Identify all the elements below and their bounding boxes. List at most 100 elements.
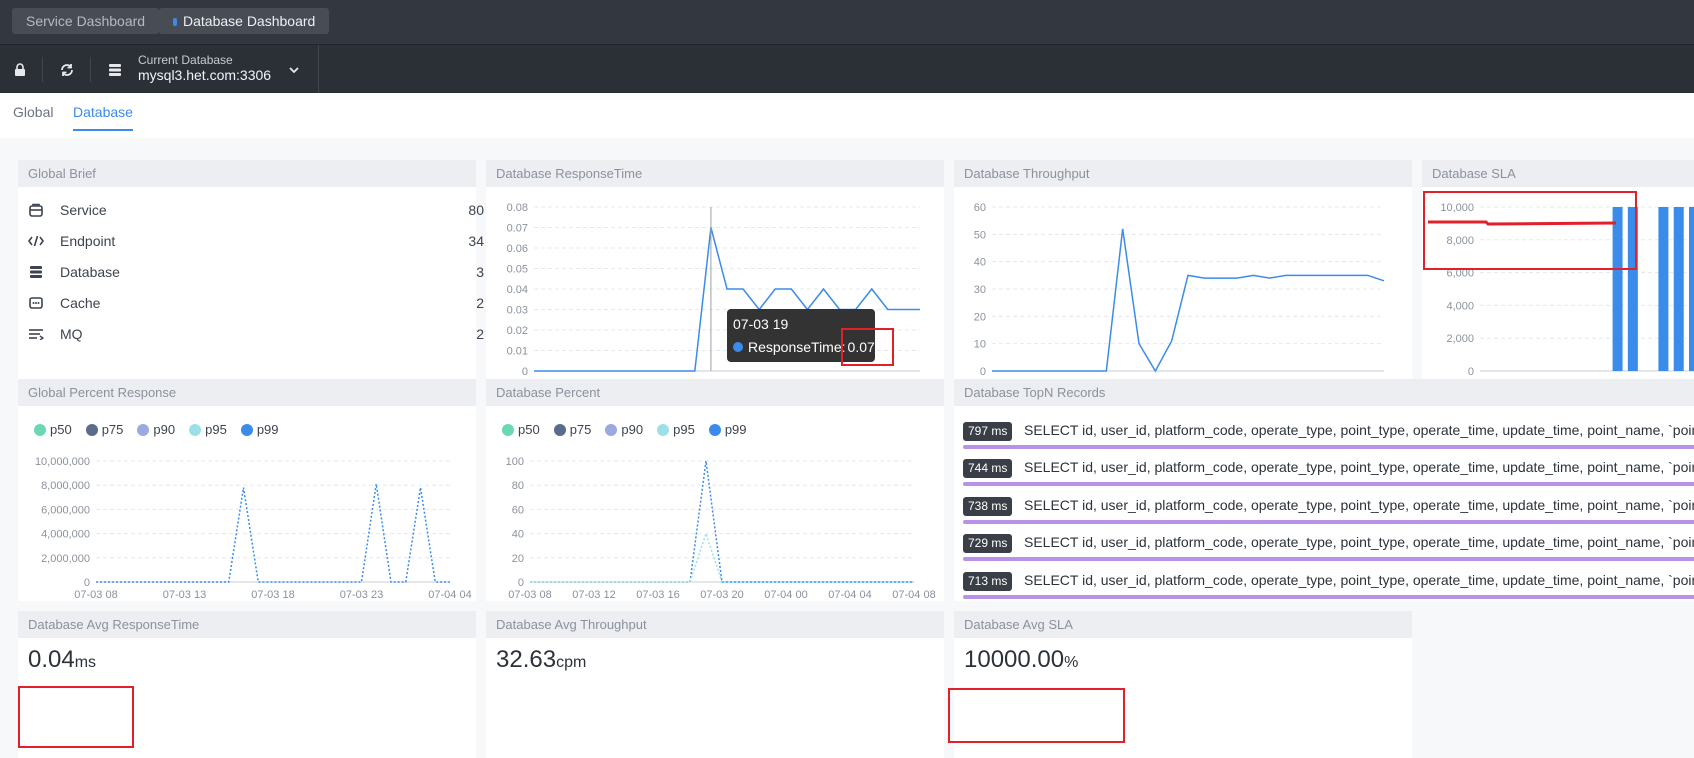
legend-label: p99 [724, 422, 747, 437]
duration-bar [963, 557, 1694, 561]
topn-record[interactable]: 744 ms SELECT id, user_id, platform_code… [963, 454, 1694, 493]
x-tick-label: 07-03 18 [251, 589, 294, 601]
legend-label: p95 [205, 422, 227, 437]
subtab-database[interactable]: Database [73, 104, 133, 131]
bar [1673, 207, 1684, 371]
legend-item[interactable]: p90 [137, 422, 175, 437]
legend-item[interactable]: p50 [34, 422, 72, 437]
unit: ms [74, 654, 97, 671]
sql-text: SELECT id, user_id, platform_code, opera… [1024, 534, 1694, 550]
avg-throughput-value: 32.63cpm [496, 646, 586, 674]
brief-value: 2 [476, 294, 484, 311]
x-tick-label: 07-03 20 [700, 589, 743, 601]
x-tick-label: 07-03 23 [340, 589, 383, 601]
legend-label: p75 [569, 422, 592, 437]
y-tick-label: 4,000,000 [41, 529, 90, 541]
x-tick-label: 07-04 08 [892, 589, 935, 601]
brief-row-service: Service 80 [28, 194, 484, 225]
y-tick-label: 0.04 [507, 284, 528, 296]
brief-row-cache: Cache 2 [28, 287, 484, 318]
unit: % [1064, 654, 1079, 671]
divider [90, 57, 91, 82]
brief-label: Endpoint [60, 232, 116, 249]
series-line [992, 228, 1385, 373]
db-dropdown-button[interactable] [284, 45, 304, 94]
db-throughput-panel: Database Throughput 010203040506007-03 0… [954, 160, 1412, 380]
y-tick-label: 4,000 [1446, 300, 1474, 312]
panel-title: Database SLA [1422, 160, 1694, 187]
lock-button[interactable] [8, 45, 32, 94]
y-tick-label: 50 [974, 229, 986, 241]
toolbar: Current Database mysql3.het.com:3306 [0, 44, 1694, 94]
legend-item[interactable]: p75 [85, 422, 123, 437]
y-tick-label: 2,000 [1446, 333, 1474, 345]
value: 0.04 [28, 646, 75, 673]
panel-title: Database Avg ResponseTime [18, 611, 476, 638]
y-tick-label: 10 [974, 339, 986, 351]
x-tick-label: 07-04 04 [828, 589, 871, 601]
brief-row-database: Database 3 [28, 256, 484, 287]
legend-swatch [553, 423, 566, 436]
legend-item[interactable]: p95 [657, 422, 695, 437]
subtab-global[interactable]: Global [13, 104, 53, 129]
tab-label: Database Dashboard [183, 13, 316, 29]
x-tick-label: 07-03 08 [74, 589, 117, 601]
highlight-box [841, 328, 894, 366]
current-db-value[interactable]: mysql3.het.com:3306 [138, 67, 271, 83]
avg-sla-value: 10000.00% [964, 646, 1078, 674]
refresh-button[interactable] [54, 45, 80, 94]
legend-swatch [708, 423, 721, 436]
topn-record[interactable]: 729 ms SELECT id, user_id, platform_code… [963, 529, 1694, 568]
brief-label: Service [60, 201, 107, 218]
topn-record[interactable]: 797 ms SELECT id, user_id, platform_code… [963, 417, 1694, 456]
series-line [530, 460, 914, 583]
avg-throughput-panel: Database Avg Throughput 32.63cpm [486, 611, 944, 758]
legend-item[interactable]: p99 [240, 422, 279, 437]
legend-label: p90 [153, 422, 176, 437]
sql-text: SELECT id, user_id, platform_code, opera… [1024, 422, 1694, 438]
topn-record[interactable]: 738 ms SELECT id, user_id, platform_code… [963, 492, 1694, 531]
y-tick-label: 0.01 [507, 346, 528, 358]
legend-item[interactable]: p95 [189, 422, 227, 437]
chevron-down-icon [289, 66, 299, 73]
legend-item[interactable]: p99 [708, 422, 747, 437]
brief-value: 2 [476, 325, 484, 342]
divider [42, 57, 43, 82]
y-tick-label: 30 [974, 284, 986, 296]
percent-legend: p50 p75 p90 p95 p99 [502, 422, 747, 437]
y-tick-label: 0.02 [507, 325, 528, 337]
legend-swatch [137, 423, 150, 436]
legend-item[interactable]: p50 [502, 422, 540, 437]
y-tick-label: 0.08 [507, 202, 528, 214]
panel-title: Database ResponseTime [486, 160, 944, 187]
legend-item[interactable]: p75 [553, 422, 592, 437]
y-tick-label: 0.07 [507, 223, 528, 235]
x-tick-label: 07-03 13 [163, 589, 206, 601]
cache-icon [28, 295, 44, 311]
y-tick-label: 10,000,000 [35, 456, 90, 468]
panel-title: Database Percent [486, 379, 944, 406]
percent-legend: p50 p75 p90 p95 p99 [34, 422, 279, 437]
series-dot [733, 342, 743, 352]
legend-label: p99 [256, 422, 279, 437]
x-tick-label: 07-04 00 [764, 589, 807, 601]
database-icon [28, 264, 44, 280]
topn-record[interactable]: 713 ms SELECT id, user_id, platform_code… [963, 567, 1694, 601]
y-tick-label: 6,000,000 [41, 504, 90, 516]
panel-title: Database Avg Throughput [486, 611, 944, 638]
tab-service-dashboard[interactable]: Service Dashboard [12, 8, 160, 34]
code-icon [28, 233, 44, 249]
x-tick-label: 07-03 16 [636, 589, 679, 601]
legend-label: p90 [621, 422, 644, 437]
legend-swatch [85, 423, 98, 436]
legend-swatch [502, 423, 514, 436]
sql-text: SELECT id, user_id, platform_code, opera… [1024, 497, 1694, 513]
duration-bar [963, 595, 1694, 599]
bar [1658, 207, 1669, 371]
legend-item[interactable]: p90 [605, 422, 643, 437]
y-tick-label: 0 [522, 366, 528, 378]
y-tick-label: 40 [974, 257, 986, 269]
tab-database-dashboard[interactable]: Database Dashboard [159, 8, 330, 34]
divider [318, 45, 319, 94]
brief-row-endpoint: Endpoint 34 [28, 225, 484, 256]
